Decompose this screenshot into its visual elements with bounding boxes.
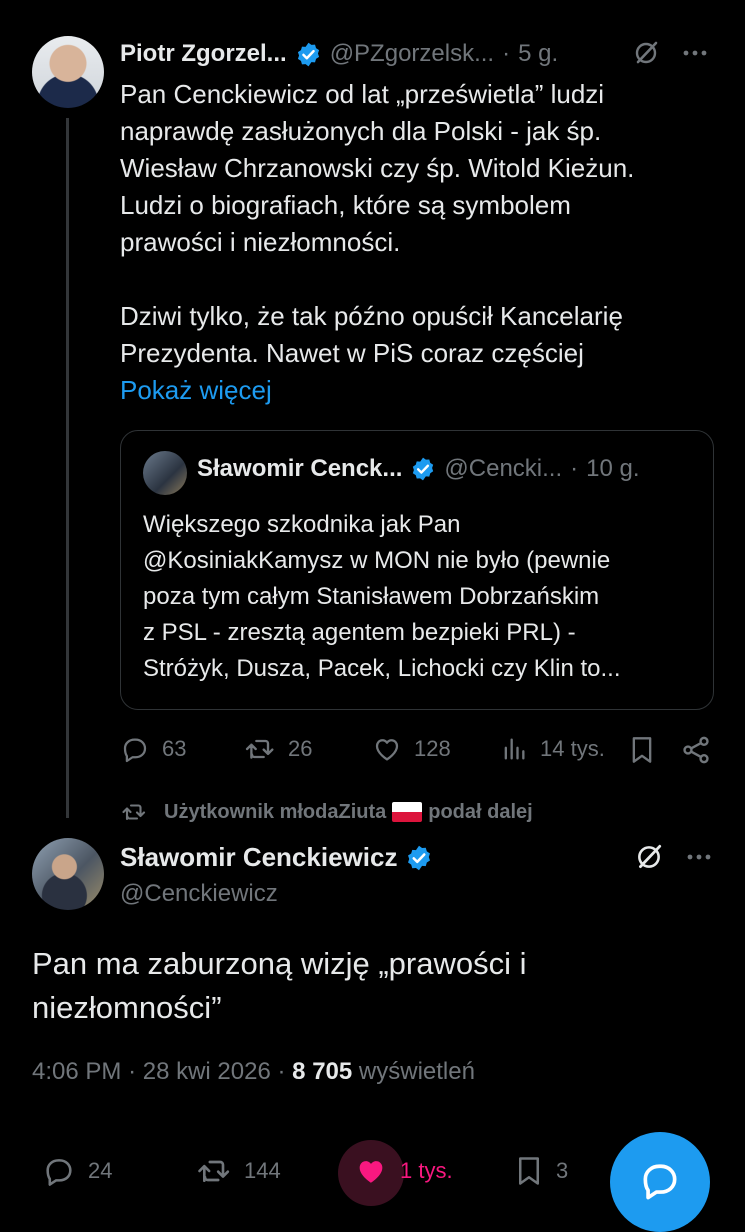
text-line: Pan Cenckiewicz od lat „prześwietla” lud…	[120, 79, 605, 109]
text-line: poza tym całym Stanisławem Dobrzańskim	[143, 583, 600, 610]
grok-icon[interactable]	[632, 39, 660, 67]
repost-count: 144	[244, 1158, 281, 1183]
compose-icon	[643, 1164, 677, 1200]
text-line: Wiesław Chrzanowski czy śp. Witold Kieżu…	[120, 153, 635, 183]
avatar[interactable]	[32, 36, 104, 108]
tweet-actions: 63 26 128 14 tys.	[120, 730, 720, 770]
text-line: naprawdę zasłużonych dla Polski - jak śp…	[120, 116, 602, 146]
thread-line	[66, 118, 69, 818]
grok-icon[interactable]	[634, 842, 664, 872]
repost-icon	[198, 1160, 230, 1183]
more-icon[interactable]	[680, 39, 710, 67]
author-name[interactable]: Sławomir Cenckiewicz	[120, 842, 397, 873]
text-line: Większego szkodnika jak Pan	[143, 511, 461, 538]
avatar[interactable]	[32, 838, 104, 910]
author-name-row: Sławomir Cenckiewicz	[120, 842, 441, 873]
tweet-date[interactable]: 28 kwi 2026	[143, 1058, 271, 1085]
repost-button[interactable]: 144	[196, 1154, 281, 1188]
tweet-text: Pan ma zaburzoną wizję „prawości i niezł…	[32, 942, 712, 1030]
bookmark-icon[interactable]	[628, 734, 656, 766]
views-icon	[504, 738, 525, 760]
repost-notice-suffix: podał dalej	[428, 800, 533, 823]
bookmark-button[interactable]: 3	[514, 1154, 568, 1188]
text-line: z PSL - zresztą agentem bezpieki PRL) -	[143, 619, 576, 646]
tweet-text: Pan Cenckiewicz od lat „prześwietla” lud…	[120, 76, 700, 409]
text-line: niezłomności”	[32, 990, 222, 1025]
repost-notice[interactable]: Użytkownik młodaZiuta podał dalej	[120, 800, 533, 824]
tweet-time[interactable]: 5 g.	[518, 40, 558, 68]
author-handle[interactable]: @Cenckiewicz	[120, 880, 278, 908]
views-button[interactable]: 14 tys.	[500, 734, 605, 764]
more-icon[interactable]	[684, 842, 714, 872]
separator-dot: ·	[502, 40, 511, 67]
like-count: 128	[414, 736, 451, 761]
text-line: Stróżyk, Dusza, Pacek, Lichocki czy Klin…	[143, 655, 621, 682]
quote-time: 10 g.	[586, 455, 640, 482]
like-icon	[375, 739, 399, 761]
compose-button[interactable]	[610, 1132, 710, 1232]
reply-button[interactable]: 24	[42, 1154, 112, 1188]
repost-count: 26	[288, 736, 313, 761]
repost-icon	[122, 804, 146, 821]
repost-notice-user: Użytkownik młodaZiuta	[164, 800, 387, 823]
views-count: 14 tys.	[540, 736, 605, 761]
reply-icon	[46, 1159, 72, 1186]
like-icon	[359, 1161, 383, 1183]
verified-icon	[413, 457, 434, 481]
show-more-link[interactable]: Pokaż więcej	[120, 372, 700, 409]
tweet-header: Piotr Zgorzel... @PZgorzelsk... · 5 g.	[120, 34, 720, 74]
tweet-meta: 4:06 PM · 28 kwi 2026 · 8 705 wyświetleń	[32, 1058, 475, 1085]
text-line: @KosiniakKamysz w MON nie było (pewnie	[143, 547, 611, 574]
reply-count: 63	[162, 736, 187, 761]
verified-icon	[408, 845, 431, 870]
text-line: Dziwi tylko, że tak późno opuścił Kancel…	[120, 301, 623, 331]
reply-count: 24	[88, 1158, 113, 1183]
text-line: prawości i niezłomności.	[120, 227, 401, 257]
verified-icon	[297, 42, 319, 66]
quote-author-name: Sławomir Cenck...	[197, 455, 403, 482]
avatar	[143, 451, 187, 495]
quote-header: Sławomir Cenck... @Cencki... · 10 g.	[197, 455, 697, 483]
share-icon[interactable]	[680, 734, 712, 766]
separator-dot: ·	[570, 455, 579, 482]
repost-icon	[245, 739, 274, 759]
quote-handle: @Cencki...	[444, 455, 563, 482]
text-line: Ludzi o biografiach, które są symbolem	[120, 190, 571, 220]
quoted-tweet[interactable]: Sławomir Cenck... @Cencki... · 10 g. Wię…	[120, 430, 714, 710]
like-button[interactable]: 128	[372, 734, 451, 764]
polish-flag-icon	[392, 802, 423, 822]
reply-button[interactable]: 63	[120, 734, 186, 764]
like-button[interactable]: 1 tys.	[354, 1154, 453, 1188]
author-name[interactable]: Piotr Zgorzel...	[120, 40, 287, 68]
quote-text: Większego szkodnika jak Pan @KosiniakKam…	[143, 507, 703, 687]
bookmark-icon	[519, 1157, 539, 1185]
views-label: wyświetleń	[358, 1058, 475, 1085]
views-count: 8 705	[292, 1058, 353, 1085]
bookmark-count: 3	[556, 1158, 569, 1183]
repost-button[interactable]: 26	[244, 734, 312, 764]
author-handle[interactable]: @PZgorzelsk...	[330, 40, 494, 68]
reply-icon	[123, 738, 147, 763]
tweet-time[interactable]: 4:06 PM	[32, 1058, 121, 1085]
like-count: 1 tys.	[400, 1158, 453, 1183]
text-line: Pan ma zaburzoną wizję „prawości i	[32, 946, 527, 981]
text-line: Prezydenta. Nawet w PiS coraz częściej	[120, 338, 584, 368]
